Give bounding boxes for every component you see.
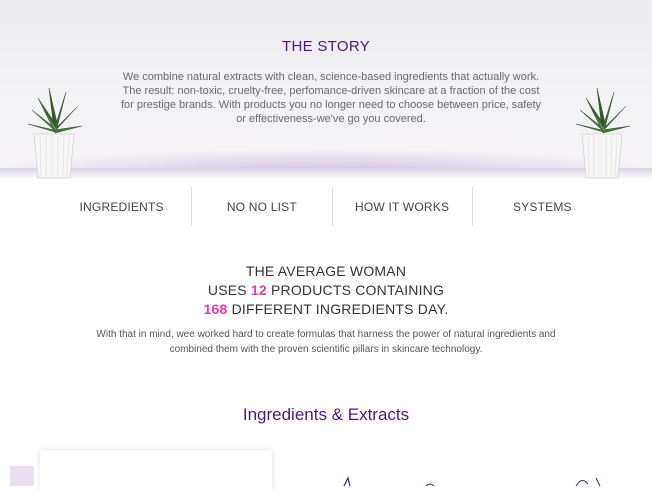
plant-right-image bbox=[575, 87, 631, 179]
stat-line2-suffix: PRODUCTS CONTAINING bbox=[266, 282, 445, 298]
nav-item-no-no-list[interactable]: NO NO LIST bbox=[192, 187, 333, 226]
stat-headline-line2: USES 12 PRODUCTS CONTAINING bbox=[0, 282, 652, 298]
stat-headline-line3: 168 DIFFERENT INGREDIENTS DAY. bbox=[0, 301, 652, 317]
stat-line2-prefix: USES bbox=[207, 282, 251, 298]
stats-description: With that in mind, wee worked hard to cr… bbox=[96, 329, 556, 355]
hero-description: We combine natural extracts with clean, … bbox=[120, 71, 542, 125]
ingredient-illustrations bbox=[343, 476, 601, 487]
stat-products-count: 12 bbox=[250, 282, 267, 298]
stat-ingredients-count: 168 bbox=[203, 301, 228, 317]
hero-shelf bbox=[0, 168, 652, 187]
ingredients-section-title: Ingredients & Extracts bbox=[242, 405, 410, 424]
plant-left-image bbox=[27, 87, 83, 179]
section-nav: INGREDIENTS NO NO LIST HOW IT WORKS SYST… bbox=[52, 187, 612, 226]
hero-banner: THE STORY We combine natural extracts wi… bbox=[0, 0, 652, 187]
nav-item-ingredients[interactable]: INGREDIENTS bbox=[52, 187, 193, 226]
side-decoration bbox=[10, 466, 34, 486]
ingredient-card[interactable] bbox=[40, 450, 272, 490]
nav-item-systems[interactable]: SYSTEMS bbox=[473, 187, 612, 226]
nav-item-how-it-works[interactable]: HOW IT WORKS bbox=[333, 187, 473, 226]
stat-headline-line1: THE AVERAGE WOMAN bbox=[245, 263, 407, 279]
stat-line3-suffix: DIFFERENT INGREDIENTS DAY. bbox=[227, 301, 449, 317]
hero-title: THE STORY bbox=[282, 38, 370, 55]
